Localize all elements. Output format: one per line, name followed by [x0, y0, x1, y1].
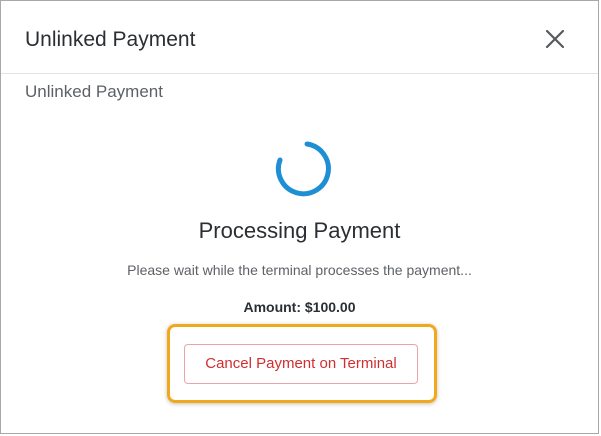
dialog-title: Unlinked Payment — [25, 28, 196, 51]
dialog-subtitle: Unlinked Payment — [25, 82, 163, 101]
payment-amount: Amount: $100.00 — [243, 299, 356, 315]
dialog-header: Unlinked Payment — [1, 1, 598, 74]
payment-dialog: Unlinked Payment Unlinked Payment Proces… — [0, 0, 599, 434]
processing-heading: Processing Payment — [198, 218, 401, 243]
spinner-icon — [270, 137, 332, 199]
processing-message: Please wait while the terminal processes… — [127, 262, 472, 278]
close-icon[interactable] — [544, 28, 566, 50]
cancel-payment-button[interactable]: Cancel Payment on Terminal — [184, 344, 418, 384]
